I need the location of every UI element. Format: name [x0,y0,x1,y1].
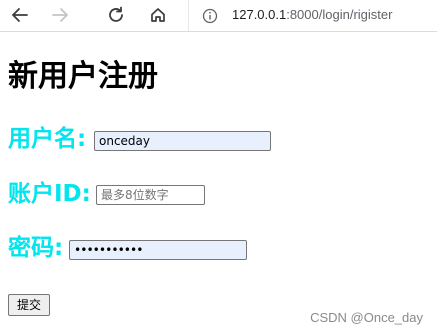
reload-icon[interactable] [103,2,129,28]
watermark: CSDN @Once_day [310,310,423,325]
account-id-input[interactable] [96,185,205,205]
url-path: :8000/login/rigister [286,7,393,22]
browser-toolbar: 127.0.0.1:8000/login/rigister [0,0,437,32]
address-bar[interactable]: 127.0.0.1:8000/login/rigister [188,0,437,31]
account-id-label: 账户ID: [8,181,91,207]
info-icon[interactable] [202,8,218,28]
page-title: 新用户注册 [8,59,158,94]
password-input[interactable] [69,240,247,260]
back-arrow-icon[interactable] [7,2,33,28]
home-icon[interactable] [145,2,171,28]
submit-button[interactable]: 提交 [8,294,50,316]
password-label: 密码: [8,235,64,261]
username-label: 用户名: [8,126,87,152]
username-input[interactable] [94,131,271,151]
url-text[interactable]: 127.0.0.1:8000/login/rigister [232,6,392,24]
url-host: 127.0.0.1 [232,7,287,22]
forward-arrow-icon[interactable] [47,2,73,28]
